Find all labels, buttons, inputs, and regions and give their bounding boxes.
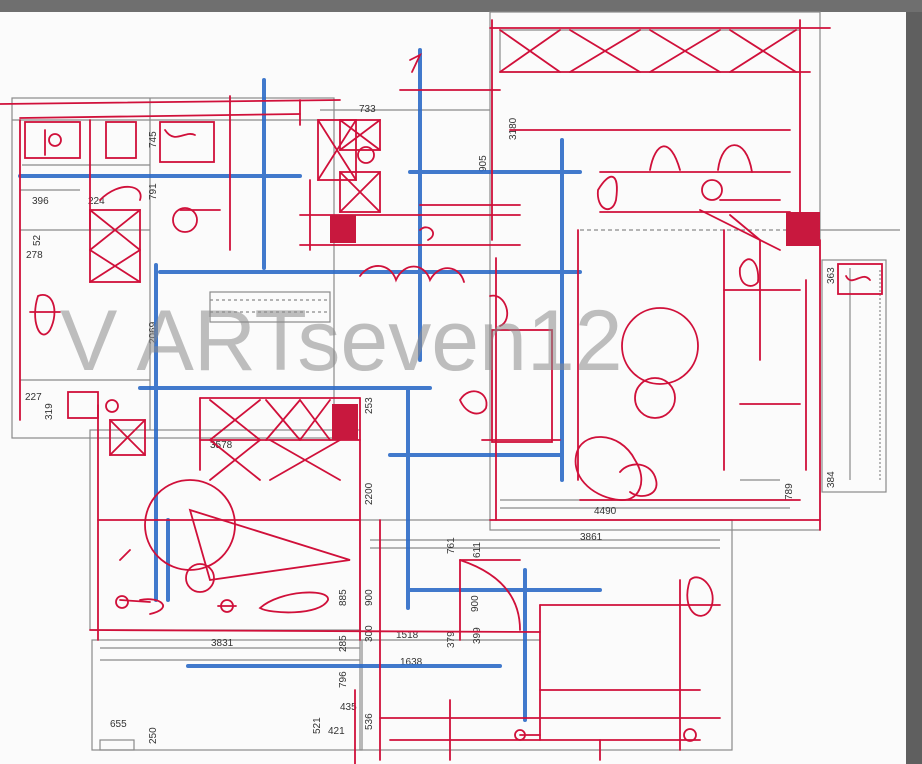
dim-3831: 3831: [211, 638, 234, 649]
dim-611: 611: [472, 542, 483, 558]
red-block-balcony: [786, 212, 820, 246]
dim-4490: 4490: [594, 506, 617, 517]
dim-285: 285: [338, 635, 349, 652]
dim-885: 885: [338, 589, 349, 606]
dim-905: 905: [478, 155, 489, 172]
dim-421: 421: [328, 726, 345, 737]
red-markup-lines: [0, 19, 883, 764]
red-block-corridor: [330, 215, 356, 243]
dim-3861: 3861: [580, 532, 603, 543]
dim-379: 379: [446, 631, 457, 648]
dim-2200: 2200: [364, 482, 375, 505]
dim-791: 791: [148, 183, 159, 200]
dim-227: 227: [25, 392, 42, 403]
floor-plan-canvas: 733 3180 745 905 791 396 224 52 278 2069…: [0, 11, 900, 764]
dim-52: 52: [32, 234, 43, 246]
dim-521: 521: [312, 717, 323, 734]
dim-3180: 3180: [508, 117, 519, 140]
dim-319: 319: [44, 403, 55, 420]
dim-796: 796: [338, 671, 349, 688]
dim-900-left: 900: [364, 589, 375, 606]
dim-745: 745: [148, 131, 159, 148]
dim-655: 655: [110, 719, 127, 730]
dim-761: 761: [446, 537, 457, 554]
dim-278: 278: [26, 250, 43, 261]
dim-250: 250: [148, 727, 159, 744]
dim-384: 384: [826, 471, 837, 488]
dim-399: 399: [472, 627, 483, 644]
dim-900-right: 900: [470, 595, 481, 612]
dim-300: 300: [364, 625, 375, 642]
dim-789: 789: [784, 483, 795, 500]
dim-396: 396: [32, 196, 49, 207]
viewer-frame: 733 3180 745 905 791 396 224 52 278 2069…: [0, 0, 922, 764]
dim-253: 253: [364, 397, 375, 414]
dim-536: 536: [364, 713, 375, 730]
dim-363: 363: [826, 267, 837, 284]
watermark-text: V ARTseven12: [60, 293, 623, 389]
dim-733: 733: [359, 104, 376, 115]
red-block-bedroom: [332, 404, 358, 440]
